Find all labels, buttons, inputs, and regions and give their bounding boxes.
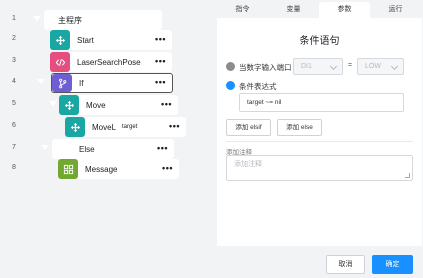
line-number: 8 [12, 164, 16, 171]
radio-digital-input[interactable] [226, 62, 235, 71]
expression-input[interactable]: target ~= nil [239, 93, 404, 112]
more-menu-icon[interactable]: ••• [155, 56, 166, 66]
block-label: Else [79, 144, 95, 154]
more-menu-icon[interactable]: ••• [169, 121, 180, 131]
program-row: 1 主程序 [0, 10, 213, 30]
line-number: 3 [12, 57, 16, 64]
line-number: 1 [12, 15, 16, 22]
note-textarea[interactable]: 添加注释 [226, 155, 413, 181]
program-row: 8 Message ••• [0, 159, 213, 179]
collapse-arrow-icon[interactable] [41, 145, 49, 150]
code-icon [50, 52, 70, 72]
block-label: If [79, 78, 84, 88]
condition-card: 条件语句 当数字输入端口 DI1 = LOW 条件表达式 target ~= n… [217, 18, 422, 246]
program-row: 5 Move ••• [0, 95, 213, 115]
level-select[interactable]: LOW [357, 58, 404, 75]
equals-sign: = [348, 62, 353, 69]
block-label: Move [86, 100, 106, 110]
tab-instructions[interactable]: 指令 [217, 2, 268, 18]
chevron-down-icon [390, 62, 399, 71]
panel-title: 条件语句 [299, 36, 340, 47]
block-label: Start [77, 35, 94, 45]
program-row: 7 Else ••• [0, 139, 213, 159]
more-menu-icon[interactable]: ••• [161, 99, 172, 109]
expression-label: 条件表达式 [239, 82, 277, 91]
cancel-button[interactable]: 取消 [326, 255, 365, 274]
move-block[interactable]: Move ••• [59, 95, 178, 115]
block-label: Message [85, 164, 118, 174]
block-label: 主程序 [58, 15, 82, 25]
block-label: LaserSearchPose [77, 57, 141, 67]
branch-icon [52, 74, 72, 92]
message-block[interactable]: Message ••• [58, 159, 179, 179]
digital-input-label: 当数字输入端口 [239, 63, 292, 72]
line-number: 7 [12, 144, 16, 151]
more-menu-icon[interactable]: ••• [155, 77, 166, 87]
program-tree-panel: 1 主程序 2 Start ••• 3 LaserSearchPose ••• … [0, 0, 213, 278]
movel-block[interactable]: MoveL target ••• [65, 117, 186, 137]
main-program-block[interactable]: 主程序 [44, 10, 162, 30]
add-else-button[interactable]: 添加 else [277, 119, 322, 136]
grid-icon [58, 159, 78, 179]
move-arrows-icon [65, 117, 85, 137]
line-number: 5 [12, 100, 16, 107]
line-number: 4 [12, 78, 16, 85]
more-menu-icon[interactable]: ••• [162, 163, 173, 173]
resize-handle-icon[interactable] [405, 173, 410, 178]
chevron-down-icon [329, 62, 338, 71]
block-label: MoveL [92, 122, 117, 132]
tab-bar: 指令 变量 参数 运行 [217, 2, 421, 18]
divider [226, 141, 413, 142]
start-block[interactable]: Start ••• [50, 30, 172, 50]
note-placeholder: 添加注释 [234, 161, 262, 168]
tab-run[interactable]: 运行 [370, 2, 421, 18]
tab-parameters[interactable]: 参数 [319, 2, 370, 18]
program-row: 2 Start ••• [0, 30, 213, 50]
tab-variables[interactable]: 变量 [268, 2, 319, 18]
radio-expression[interactable] [226, 81, 235, 90]
collapse-arrow-icon[interactable] [37, 79, 45, 84]
level-value: LOW [365, 63, 381, 70]
laser-search-pose-block[interactable]: LaserSearchPose ••• [50, 52, 172, 72]
confirm-button[interactable]: 确定 [372, 255, 413, 274]
else-block[interactable]: Else ••• [52, 139, 174, 159]
program-row: 6 MoveL target ••• [0, 117, 213, 137]
move-arrows-icon [59, 95, 79, 115]
line-number: 6 [12, 122, 16, 129]
move-arrows-icon [50, 30, 70, 50]
properties-panel: 指令 变量 参数 运行 条件语句 当数字输入端口 DI1 = LOW 条件表达式… [213, 0, 423, 278]
if-block[interactable]: If ••• [51, 73, 173, 93]
add-elsif-button[interactable]: 添加 elsif [226, 119, 271, 136]
block-param: target [122, 124, 138, 130]
program-row: 3 LaserSearchPose ••• [0, 52, 213, 72]
collapse-arrow-icon[interactable] [33, 16, 41, 21]
port-value: DI1 [301, 63, 312, 70]
more-menu-icon[interactable]: ••• [157, 143, 168, 153]
program-row: 4 If ••• [0, 73, 213, 93]
port-select[interactable]: DI1 [293, 58, 343, 75]
collapse-arrow-icon[interactable] [49, 101, 57, 106]
more-menu-icon[interactable]: ••• [155, 34, 166, 44]
line-number: 2 [12, 35, 16, 42]
